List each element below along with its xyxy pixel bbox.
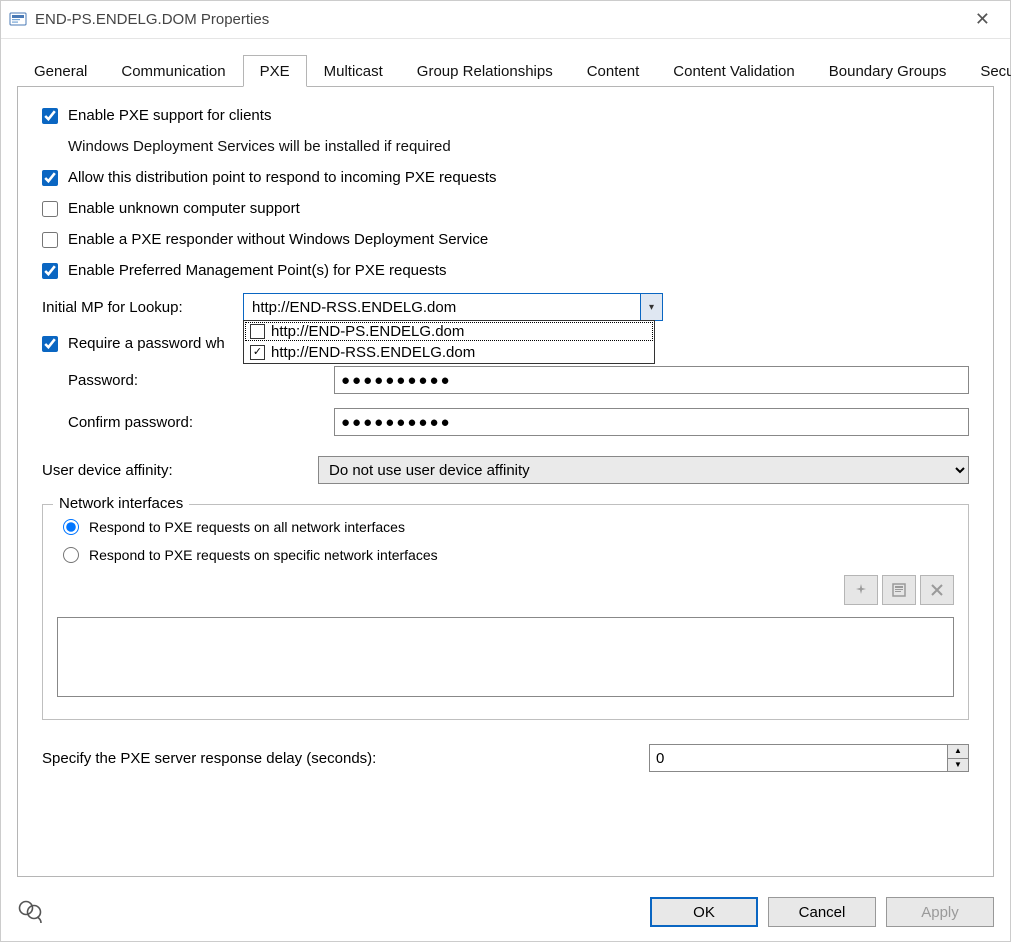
require-password-label: Require a password wh [68, 335, 225, 352]
tab-content-validation[interactable]: Content Validation [656, 55, 811, 87]
properties-dialog: END-PS.ENDELG.DOM Properties ✕ General C… [0, 0, 1011, 942]
initial-mp-row: Initial MP for Lookup: http://END-RSS.EN… [42, 293, 969, 321]
delete-icon[interactable] [920, 575, 954, 605]
unknown-label: Enable unknown computer support [68, 200, 300, 217]
responder-checkbox[interactable] [42, 232, 58, 248]
password-input[interactable] [334, 366, 969, 394]
delay-spinner[interactable]: ▲ ▼ [649, 744, 969, 772]
unknown-checkbox[interactable] [42, 201, 58, 217]
option-label: http://END-PS.ENDELG.dom [271, 323, 464, 340]
radio-all-row: Respond to PXE requests on all network i… [57, 519, 954, 535]
radio-specific-row: Respond to PXE requests on specific netw… [57, 547, 954, 563]
tab-pxe[interactable]: PXE [243, 55, 307, 87]
enable-pxe-label: Enable PXE support for clients [68, 107, 271, 124]
responder-label: Enable a PXE responder without Windows D… [68, 231, 488, 248]
uda-select[interactable]: Do not use user device affinity [318, 456, 969, 484]
interfaces-listbox[interactable] [57, 617, 954, 697]
ok-button[interactable]: OK [650, 897, 758, 927]
password-row: Password: [68, 366, 969, 394]
wds-note: Windows Deployment Services will be inst… [68, 138, 969, 155]
responder-row: Enable a PXE responder without Windows D… [42, 231, 969, 248]
delay-input[interactable] [650, 745, 947, 771]
allow-dp-label: Allow this distribution point to respond… [68, 169, 497, 186]
option-checkbox-unchecked[interactable] [250, 324, 265, 339]
enable-pxe-checkbox[interactable] [42, 108, 58, 124]
delay-row: Specify the PXE server response delay (s… [42, 744, 969, 772]
tab-boundary-groups[interactable]: Boundary Groups [812, 55, 964, 87]
tab-communication[interactable]: Communication [104, 55, 242, 87]
initial-mp-dropdown: http://END-PS.ENDELG.dom http://END-RSS.… [243, 320, 655, 364]
tab-group-relationships[interactable]: Group Relationships [400, 55, 570, 87]
initial-mp-value: http://END-RSS.ENDELG.dom [252, 299, 456, 316]
spinner-down-icon[interactable]: ▼ [948, 759, 968, 772]
interfaces-icon-bar [57, 575, 954, 605]
cancel-button[interactable]: Cancel [768, 897, 876, 927]
option-checkbox-checked[interactable] [250, 345, 265, 360]
initial-mp-label: Initial MP for Lookup: [42, 299, 227, 316]
option-label: http://END-RSS.ENDELG.dom [271, 344, 475, 361]
network-interfaces-legend: Network interfaces [53, 495, 189, 512]
chevron-down-icon[interactable]: ▾ [640, 294, 662, 320]
unknown-row: Enable unknown computer support [42, 200, 969, 217]
initial-mp-option-0[interactable]: http://END-PS.ENDELG.dom [244, 321, 654, 342]
close-button[interactable]: ✕ [965, 5, 1000, 34]
tab-security[interactable]: Security [963, 55, 1011, 87]
network-interfaces-fieldset: Network interfaces Respond to PXE reques… [42, 504, 969, 720]
apply-button[interactable]: Apply [886, 897, 994, 927]
uda-row: User device affinity: Do not use user de… [42, 456, 969, 484]
dialog-content: General Communication PXE Multicast Grou… [1, 39, 1010, 885]
confirm-password-input[interactable] [334, 408, 969, 436]
properties-icon[interactable] [882, 575, 916, 605]
password-label: Password: [68, 372, 318, 389]
window-title: END-PS.ENDELG.DOM Properties [35, 11, 269, 28]
initial-mp-option-1[interactable]: http://END-RSS.ENDELG.dom [244, 342, 654, 363]
spinner-up-icon[interactable]: ▲ [948, 745, 968, 759]
enable-pxe-row: Enable PXE support for clients [42, 107, 969, 124]
titlebar: END-PS.ENDELG.DOM Properties ✕ [1, 1, 1010, 39]
tab-strip: General Communication PXE Multicast Grou… [17, 55, 994, 87]
preferred-mp-row: Enable Preferred Management Point(s) for… [42, 262, 969, 279]
feedback-icon[interactable] [17, 899, 45, 925]
tab-general[interactable]: General [17, 55, 104, 87]
initial-mp-combo[interactable]: http://END-RSS.ENDELG.dom ▾ http://END-P… [243, 293, 663, 321]
allow-dp-checkbox[interactable] [42, 170, 58, 186]
tab-content[interactable]: Content [570, 55, 657, 87]
pxe-panel: Enable PXE support for clients Windows D… [17, 87, 994, 877]
allow-dp-row: Allow this distribution point to respond… [42, 169, 969, 186]
initial-mp-combo-display[interactable]: http://END-RSS.ENDELG.dom ▾ [243, 293, 663, 321]
app-icon [9, 11, 27, 29]
new-icon[interactable] [844, 575, 878, 605]
radio-specific-label: Respond to PXE requests on specific netw… [89, 547, 438, 563]
require-password-checkbox[interactable] [42, 336, 58, 352]
delay-label: Specify the PXE server response delay (s… [42, 750, 376, 767]
tab-multicast[interactable]: Multicast [307, 55, 400, 87]
confirm-password-label: Confirm password: [68, 414, 318, 431]
preferred-mp-label: Enable Preferred Management Point(s) for… [68, 262, 447, 279]
dialog-button-bar: OK Cancel Apply [1, 885, 1010, 941]
radio-all[interactable] [63, 519, 79, 535]
confirm-password-row: Confirm password: [68, 408, 969, 436]
uda-label: User device affinity: [42, 462, 302, 479]
radio-specific[interactable] [63, 547, 79, 563]
preferred-mp-checkbox[interactable] [42, 263, 58, 279]
radio-all-label: Respond to PXE requests on all network i… [89, 519, 405, 535]
spinner-buttons: ▲ ▼ [947, 745, 968, 771]
